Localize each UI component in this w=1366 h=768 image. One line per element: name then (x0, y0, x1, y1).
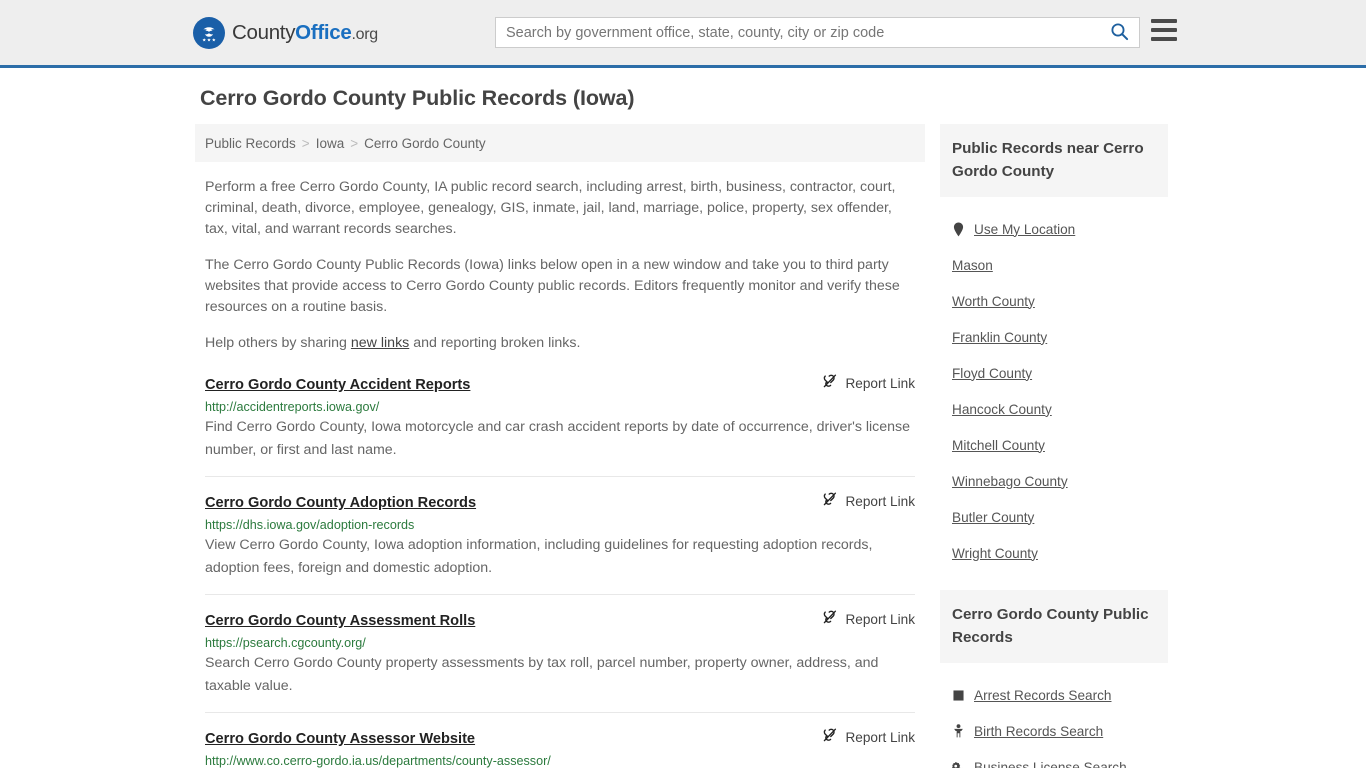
breadcrumb-separator: > (301, 135, 310, 151)
sidebar-link-label[interactable]: Arrest Records Search (974, 688, 1112, 703)
record-header: Cerro Gordo County Assessment Rolls Repo… (205, 609, 915, 630)
sidebar-item-mason[interactable]: Mason (952, 247, 1156, 283)
sidebar-nearby-heading: Public Records near Cerro Gordo County (940, 124, 1168, 197)
baby-icon (952, 724, 965, 738)
broken-link-icon (822, 609, 838, 630)
sidebar-link-label[interactable]: Worth County (952, 294, 1035, 309)
sidebar-link-label[interactable]: Wright County (952, 546, 1038, 561)
sidebar-item-floyd-county[interactable]: Floyd County (952, 355, 1156, 391)
help-suffix-text: and reporting broken links. (409, 335, 581, 351)
logo-text-county: County (232, 21, 296, 44)
sidebar-records-block: Cerro Gordo County Public Records Arrest… (940, 590, 1168, 768)
record-description: View Cerro Gordo County, Iowa adoption i… (205, 537, 873, 576)
record-description: Find Cerro Gordo County, Iowa motorcycle… (205, 419, 911, 458)
sidebar-item-birth-records-search[interactable]: Birth Records Search (952, 713, 1156, 749)
search-bar[interactable] (495, 17, 1140, 48)
sidebar-link-label[interactable]: Use My Location (974, 222, 1075, 237)
record-url-link[interactable]: http://accidentreports.iowa.gov/ (205, 400, 915, 414)
sidebar-item-winnebago-county[interactable]: Winnebago County (952, 463, 1156, 499)
sidebar-item-arrest-records-search[interactable]: Arrest Records Search (952, 677, 1156, 713)
sidebar-link-label[interactable]: Birth Records Search (974, 724, 1103, 739)
breadcrumb-item-iowa[interactable]: Iowa (316, 136, 345, 151)
site-header: CountyOffice.org (0, 0, 1366, 68)
report-link-button[interactable]: Report Link (808, 727, 915, 748)
logo-text-office: Office (295, 21, 352, 44)
intro-paragraph-help: Help others by sharing new links and rep… (205, 333, 915, 354)
sidebar-item-use-my-location[interactable]: Use My Location (952, 211, 1156, 247)
sidebar-link-label[interactable]: Mason (952, 258, 993, 273)
sidebar-item-worth-county[interactable]: Worth County (952, 283, 1156, 319)
record-item: Cerro Gordo County Adoption Records Repo… (205, 477, 915, 595)
record-item: Cerro Gordo County Assessment Rolls Repo… (205, 595, 915, 713)
intro-paragraph-1: Perform a free Cerro Gordo County, IA pu… (205, 179, 896, 237)
square-icon (952, 689, 965, 701)
breadcrumb-item-current: Cerro Gordo County (364, 135, 486, 151)
hamburger-bar (1151, 28, 1177, 32)
record-header: Cerro Gordo County Accident Reports Repo… (205, 373, 915, 394)
sidebar-records-heading: Cerro Gordo County Public Records (940, 590, 1168, 663)
record-url-link[interactable]: https://dhs.iowa.gov/adoption-records (205, 518, 915, 532)
sidebar-item-hancock-county[interactable]: Hancock County (952, 391, 1156, 427)
intro-section: Perform a free Cerro Gordo County, IA pu… (195, 177, 925, 354)
sidebar-records-list: Arrest Records Search Birth Records Sear… (940, 663, 1168, 768)
record-title-link[interactable]: Cerro Gordo County Assessment Rolls (205, 613, 475, 629)
logo-text-org: .org (351, 26, 378, 43)
eagle-seal-icon (193, 17, 225, 49)
report-link-label: Report Link (845, 494, 915, 509)
record-header: Cerro Gordo County Adoption Records Repo… (205, 491, 915, 512)
site-logo[interactable]: CountyOffice.org (193, 17, 378, 49)
sidebar-nearby-list: Use My Location Mason Worth County Frank… (940, 197, 1168, 571)
sidebar-item-franklin-county[interactable]: Franklin County (952, 319, 1156, 355)
sidebar: Public Records near Cerro Gordo County U… (940, 124, 1168, 768)
record-url-link[interactable]: https://psearch.cgcounty.org/ (205, 636, 915, 650)
report-link-label: Report Link (845, 612, 915, 627)
report-link-button[interactable]: Report Link (808, 491, 915, 512)
record-title-link[interactable]: Cerro Gordo County Assessor Website (205, 731, 475, 747)
record-description: Search Cerro Gordo County property asses… (205, 655, 879, 694)
report-link-button[interactable]: Report Link (808, 373, 915, 394)
sidebar-link-label[interactable]: Butler County (952, 510, 1034, 525)
breadcrumb: Public Records > Iowa > Cerro Gordo Coun… (195, 124, 925, 162)
search-input[interactable] (496, 18, 1099, 47)
report-link-label: Report Link (845, 376, 915, 391)
report-link-button[interactable]: Report Link (808, 609, 915, 630)
map-pin-icon (952, 222, 965, 237)
sidebar-item-business-license-search[interactable]: Business License Search (952, 749, 1156, 768)
sidebar-link-label[interactable]: Floyd County (952, 366, 1032, 381)
record-item: Cerro Gordo County Accident Reports Repo… (205, 373, 915, 477)
gears-icon (952, 761, 965, 768)
sidebar-link-label[interactable]: Winnebago County (952, 474, 1068, 489)
hamburger-bar (1151, 37, 1177, 41)
sidebar-item-butler-county[interactable]: Butler County (952, 499, 1156, 535)
search-icon (1110, 22, 1129, 44)
search-button[interactable] (1099, 18, 1139, 47)
sidebar-link-label[interactable]: Franklin County (952, 330, 1047, 345)
hamburger-bar (1151, 19, 1177, 23)
records-list: Cerro Gordo County Accident Reports Repo… (195, 373, 925, 768)
page-title: Cerro Gordo County Public Records (Iowa) (200, 86, 635, 110)
new-links-link[interactable]: new links (351, 335, 409, 351)
report-link-label: Report Link (845, 730, 915, 745)
sidebar-link-label[interactable]: Mitchell County (952, 438, 1045, 453)
record-url-link[interactable]: http://www.co.cerro-gordo.ia.us/departme… (205, 754, 915, 768)
broken-link-icon (822, 373, 838, 394)
sidebar-link-label[interactable]: Business License Search (974, 760, 1127, 768)
sidebar-item-mitchell-county[interactable]: Mitchell County (952, 427, 1156, 463)
sidebar-item-wright-county[interactable]: Wright County (952, 535, 1156, 571)
broken-link-icon (822, 727, 838, 748)
help-prefix-text: Help others by sharing (205, 335, 351, 351)
record-item: Cerro Gordo County Assessor Website Repo… (205, 713, 915, 768)
breadcrumb-separator: > (350, 135, 359, 151)
broken-link-icon (822, 491, 838, 512)
record-title-link[interactable]: Cerro Gordo County Adoption Records (205, 495, 476, 511)
hamburger-menu-icon[interactable] (1151, 19, 1177, 41)
record-header: Cerro Gordo County Assessor Website Repo… (205, 727, 915, 748)
site-logo-text: CountyOffice.org (232, 21, 378, 45)
main-content-column: Public Records > Iowa > Cerro Gordo Coun… (195, 124, 925, 768)
intro-paragraph-2: The Cerro Gordo County Public Records (I… (205, 257, 900, 315)
record-title-link[interactable]: Cerro Gordo County Accident Reports (205, 377, 470, 393)
sidebar-link-label[interactable]: Hancock County (952, 402, 1052, 417)
breadcrumb-item-public-records[interactable]: Public Records (205, 136, 296, 151)
